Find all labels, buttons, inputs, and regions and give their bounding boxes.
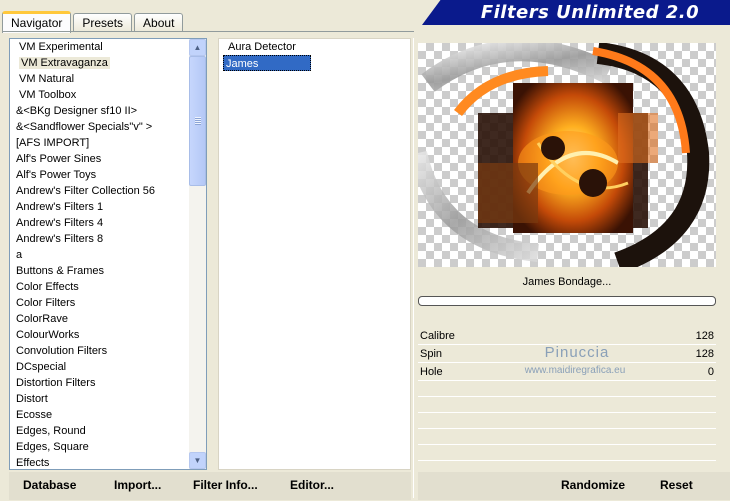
preview-artwork <box>418 43 710 267</box>
category-label: ColourWorks <box>16 329 80 341</box>
category-item[interactable]: Andrew's Filter Collection 56 <box>10 183 190 199</box>
category-label: Effects <box>16 457 50 469</box>
param-value: 0 <box>707 366 714 378</box>
tab-navigator[interactable]: Navigator <box>2 11 72 33</box>
grip-icon <box>195 117 201 125</box>
category-item[interactable]: ColorRave <box>10 311 190 327</box>
progress-bar <box>418 296 716 306</box>
category-item[interactable]: Distortion Filters <box>10 375 190 391</box>
category-item[interactable]: [AFS IMPORT] <box>10 135 190 151</box>
tab-bar: Navigator Presets About <box>2 10 185 33</box>
category-item[interactable]: &<Sandflower Specials"v" > <box>10 119 190 135</box>
category-label: Buttons & Frames <box>16 265 105 277</box>
category-label: ColorRave <box>16 313 68 325</box>
param-empty <box>418 381 716 397</box>
chevron-down-icon: ▼ <box>193 456 202 465</box>
category-label: Distortion Filters <box>16 377 96 389</box>
watermark-name: Pinuccia <box>544 344 610 361</box>
category-label: Alf's Power Sines <box>16 153 102 165</box>
category-label: VM Toolbox <box>19 89 77 101</box>
effect-item-james-bondage[interactable]: James Bondage... <box>223 55 311 86</box>
category-scrollbar[interactable]: ▲ ▼ <box>189 39 206 469</box>
randomize-button[interactable]: Randomize <box>561 478 625 492</box>
category-label: Edges, Round <box>16 425 86 437</box>
category-item[interactable]: ColourWorks <box>10 327 190 343</box>
category-label: Distort <box>16 393 48 405</box>
category-item[interactable]: Edges, Round <box>10 423 190 439</box>
category-item[interactable]: Ecosse <box>10 407 190 423</box>
category-item[interactable]: Buttons & Frames <box>10 263 190 279</box>
preview-filter-name: James Bondage... <box>522 276 612 288</box>
category-label: Edges, Square <box>16 441 89 453</box>
tab-divider <box>2 31 414 32</box>
category-label: VM Natural <box>19 73 75 85</box>
param-calibre[interactable]: Calibre 128 <box>418 327 716 345</box>
database-button[interactable]: Database <box>23 478 76 492</box>
category-label: Andrew's Filter Collection 56 <box>16 185 156 197</box>
editor-button[interactable]: Editor... <box>290 478 334 492</box>
category-item[interactable]: Alf's Power Toys <box>10 167 190 183</box>
param-empty <box>418 397 716 413</box>
category-item[interactable]: VM Extravaganza <box>10 55 190 71</box>
effect-item-aura-detector[interactable]: Aura Detector <box>219 39 410 55</box>
tab-about[interactable]: About <box>134 13 184 32</box>
category-item[interactable]: Effects <box>10 455 190 471</box>
scroll-down-button[interactable]: ▼ <box>189 452 206 469</box>
category-item[interactable]: &<BKg Designer sf10 II> <box>10 103 190 119</box>
category-item[interactable]: VM Experimental <box>10 39 190 55</box>
param-empty <box>418 429 716 445</box>
scroll-thumb[interactable] <box>189 56 206 186</box>
category-label: Ecosse <box>16 409 53 421</box>
param-label: Spin <box>420 348 443 360</box>
category-item[interactable]: Andrew's Filters 8 <box>10 231 190 247</box>
watermark-url: www.maidiregrafica.eu <box>524 365 626 376</box>
category-label: Andrew's Filters 4 <box>16 217 104 229</box>
category-item[interactable]: Alf's Power Sines <box>10 151 190 167</box>
param-value: 128 <box>695 330 714 342</box>
category-label: &<Sandflower Specials"v" > <box>16 121 153 133</box>
category-item[interactable]: Convolution Filters <box>10 343 190 359</box>
category-item[interactable]: Andrew's Filters 1 <box>10 199 190 215</box>
category-label: Andrew's Filters 1 <box>16 201 104 213</box>
panel-separator <box>413 38 414 498</box>
category-label: [AFS IMPORT] <box>16 137 90 149</box>
category-item[interactable]: Color Effects <box>10 279 190 295</box>
category-item[interactable]: Distort <box>10 391 190 407</box>
category-label: Color Effects <box>16 281 79 293</box>
category-label: VM Extravaganza <box>19 57 110 69</box>
category-items: VM Experimental VM Extravaganza VM Natural… <box>10 39 190 471</box>
category-item[interactable]: DCspecial <box>10 359 190 375</box>
scroll-up-button[interactable]: ▲ <box>189 39 206 56</box>
category-label: VM Experimental <box>19 41 103 53</box>
category-item[interactable]: VM Natural <box>10 71 190 87</box>
category-label: Alf's Power Toys <box>16 169 97 181</box>
category-label: a <box>16 249 23 261</box>
category-item[interactable]: a <box>10 247 190 263</box>
param-empty <box>418 445 716 461</box>
param-label: Hole <box>420 366 443 378</box>
category-item[interactable]: Color Filters <box>10 295 190 311</box>
category-label: DCspecial <box>16 361 67 373</box>
tab-presets[interactable]: Presets <box>73 13 133 32</box>
param-empty <box>418 413 716 429</box>
category-label: &<BKg Designer sf10 II> <box>16 105 138 117</box>
param-value: 128 <box>695 348 714 360</box>
effect-list[interactable]: Aura Detector James Bondage... <box>218 38 411 470</box>
category-list[interactable]: VM Experimental VM Extravaganza VM Natural… <box>9 38 207 470</box>
category-item[interactable]: Andrew's Filters 4 <box>10 215 190 231</box>
import-button[interactable]: Import... <box>114 478 161 492</box>
category-label: Color Filters <box>16 297 76 309</box>
preview-image <box>418 43 716 267</box>
category-label: Convolution Filters <box>16 345 108 357</box>
chevron-up-icon: ▲ <box>193 43 202 52</box>
filter-info-button[interactable]: Filter Info... <box>193 478 258 492</box>
category-item[interactable]: Edges, Square <box>10 439 190 455</box>
param-label: Calibre <box>420 330 455 342</box>
app-title: Filters Unlimited 2.0 <box>480 2 700 23</box>
category-label: Andrew's Filters 8 <box>16 233 104 245</box>
category-item[interactable]: VM Toolbox <box>10 87 190 103</box>
reset-button[interactable]: Reset <box>660 478 693 492</box>
